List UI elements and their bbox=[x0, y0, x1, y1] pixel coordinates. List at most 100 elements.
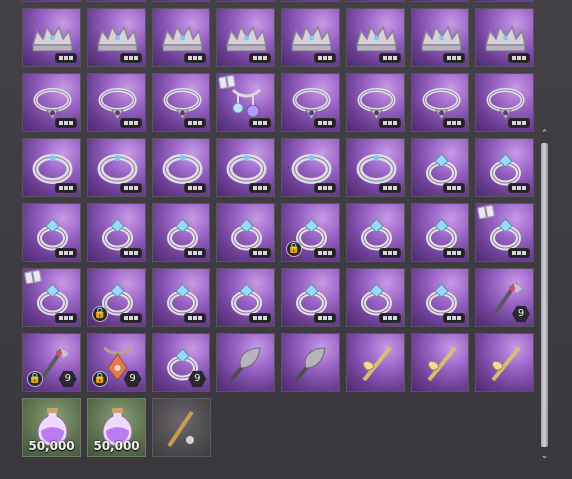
stats-indicator bbox=[120, 119, 141, 127]
inventory-slot[interactable] bbox=[22, 203, 81, 262]
feather-icon bbox=[223, 340, 270, 387]
stats-indicator bbox=[55, 249, 76, 257]
inventory-slot[interactable] bbox=[216, 138, 275, 197]
inventory-slot[interactable]: 50,000 bbox=[22, 398, 81, 457]
inventory-slot[interactable] bbox=[475, 203, 534, 262]
inventory-slot[interactable] bbox=[281, 8, 340, 67]
stats-indicator bbox=[55, 119, 76, 127]
stats-indicator bbox=[379, 119, 400, 127]
inventory-slot[interactable] bbox=[281, 138, 340, 197]
inventory-slot[interactable] bbox=[86, 73, 146, 132]
inventory-slot[interactable] bbox=[475, 138, 534, 197]
inventory-slot[interactable] bbox=[86, 8, 146, 67]
stats-indicator bbox=[120, 54, 141, 62]
inventory-slot[interactable] bbox=[86, 138, 146, 197]
scroll-up-icon[interactable]: ⌃ bbox=[539, 129, 550, 139]
inventory-slot[interactable] bbox=[410, 73, 470, 132]
inventory-slot[interactable] bbox=[345, 333, 405, 392]
inventory-row bbox=[22, 8, 534, 67]
inventory-slot[interactable] bbox=[151, 0, 211, 2]
stats-indicator bbox=[379, 54, 400, 62]
inventory-slot[interactable] bbox=[22, 0, 81, 2]
inventory-slot[interactable]: 🔒 bbox=[86, 268, 146, 327]
inventory-slot[interactable] bbox=[151, 138, 211, 197]
inventory-slot[interactable] bbox=[22, 138, 81, 197]
inventory-slot[interactable]: 50,000 bbox=[87, 398, 146, 457]
inventory-slot[interactable] bbox=[345, 268, 405, 327]
stats-indicator bbox=[314, 119, 335, 127]
stats-indicator bbox=[185, 314, 206, 322]
stats-indicator bbox=[55, 184, 76, 192]
inventory-slot[interactable] bbox=[345, 73, 405, 132]
lock-icon: 🔒 bbox=[286, 241, 302, 257]
inventory-slot[interactable] bbox=[216, 268, 275, 327]
inventory-slot[interactable]: 🔒 9 bbox=[86, 333, 146, 392]
inventory-slot[interactable] bbox=[410, 333, 470, 392]
inventory-slot[interactable] bbox=[22, 268, 81, 327]
inventory-slot[interactable] bbox=[281, 73, 340, 132]
inventory-slot[interactable] bbox=[410, 8, 470, 67]
stats-indicator bbox=[120, 249, 141, 257]
inventory-slot[interactable] bbox=[216, 73, 275, 132]
inventory-slot[interactable] bbox=[216, 8, 275, 67]
inventory-slot[interactable] bbox=[151, 73, 211, 132]
inventory-row: 50,000 50,000 bbox=[22, 398, 534, 457]
scroll-track[interactable] bbox=[541, 143, 548, 447]
inventory-slot[interactable] bbox=[410, 268, 470, 327]
stats-indicator bbox=[509, 54, 529, 62]
stats-indicator bbox=[314, 184, 335, 192]
inventory-slot[interactable]: 🔒 bbox=[281, 203, 340, 262]
stats-indicator bbox=[314, 54, 335, 62]
stats-indicator bbox=[444, 119, 465, 127]
inventory-slot[interactable] bbox=[345, 8, 405, 67]
inventory-slot[interactable] bbox=[151, 8, 211, 67]
inventory-slot[interactable] bbox=[216, 0, 275, 2]
scroll-thumb[interactable] bbox=[541, 143, 548, 447]
scrollbar[interactable]: ⌃ ⌄ bbox=[539, 129, 550, 461]
inventory-slot[interactable]: 🔒 9 bbox=[22, 333, 81, 392]
lock-icon: 🔒 bbox=[91, 371, 108, 387]
inventory-slot[interactable]: 9 bbox=[475, 268, 534, 327]
flute-icon bbox=[482, 340, 529, 387]
inventory-slot[interactable] bbox=[86, 0, 146, 2]
inventory-slot[interactable] bbox=[281, 333, 340, 392]
stats-indicator bbox=[379, 184, 400, 192]
inventory-slot[interactable] bbox=[345, 0, 405, 2]
inventory-slot[interactable] bbox=[151, 203, 211, 262]
inventory-slot[interactable] bbox=[86, 203, 146, 262]
stats-indicator bbox=[250, 184, 270, 192]
lock-icon: 🔒 bbox=[91, 306, 108, 322]
stats-indicator bbox=[444, 249, 465, 257]
inventory-slot[interactable] bbox=[281, 0, 340, 2]
inventory-slot[interactable]: 9 bbox=[151, 333, 211, 392]
inventory-row bbox=[22, 0, 534, 2]
inventory-slot[interactable] bbox=[22, 8, 81, 67]
flute-icon bbox=[353, 340, 400, 387]
inventory-slot[interactable] bbox=[475, 8, 534, 67]
stick-icon bbox=[159, 405, 206, 452]
inventory-slot[interactable] bbox=[345, 203, 405, 262]
inventory-slot[interactable] bbox=[475, 333, 534, 392]
inventory-slot[interactable] bbox=[475, 0, 534, 2]
inventory-slot[interactable] bbox=[216, 203, 275, 262]
stats-indicator bbox=[185, 184, 206, 192]
stats-indicator bbox=[185, 119, 206, 127]
inventory-slot[interactable] bbox=[410, 138, 470, 197]
inventory-slot[interactable] bbox=[151, 268, 211, 327]
inventory-slot[interactable] bbox=[475, 73, 534, 132]
inventory-slot[interactable] bbox=[410, 203, 470, 262]
inventory-row bbox=[22, 73, 534, 132]
stats-indicator bbox=[250, 119, 270, 127]
inventory-slot[interactable] bbox=[22, 73, 81, 132]
item-quantity: 50,000 bbox=[28, 439, 75, 453]
stats-indicator bbox=[314, 249, 335, 257]
inventory-slot[interactable] bbox=[281, 268, 340, 327]
inventory-slot[interactable] bbox=[410, 0, 470, 2]
stats-indicator bbox=[55, 314, 76, 322]
inventory-slot[interactable] bbox=[216, 333, 275, 392]
stats-indicator bbox=[444, 54, 465, 62]
stats-indicator bbox=[120, 314, 141, 322]
inventory-slot[interactable] bbox=[152, 398, 211, 457]
scroll-down-icon[interactable]: ⌄ bbox=[539, 451, 550, 461]
inventory-slot[interactable] bbox=[345, 138, 405, 197]
